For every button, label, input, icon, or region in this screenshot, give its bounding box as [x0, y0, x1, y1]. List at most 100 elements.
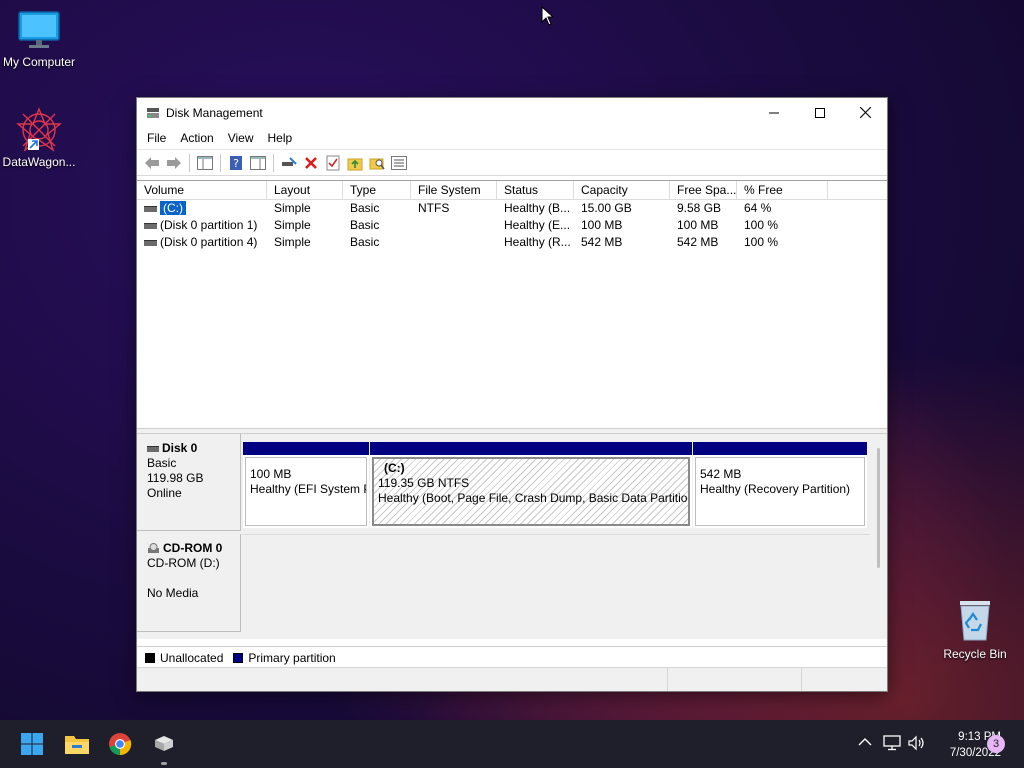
partition-title: (C:)	[384, 461, 405, 475]
window-title: Disk Management	[166, 105, 263, 120]
desktop-icon-datawagon[interactable]: DataWagon...	[0, 106, 79, 169]
partition-info: (C:) 119.35 GB NTFS Healthy (Boot, Page …	[372, 457, 690, 526]
disk-type: CD-ROM (D:)	[147, 556, 220, 570]
connect-virtual-disk-button[interactable]	[278, 152, 300, 174]
menu-bar: File Action View Help	[137, 127, 887, 149]
desktop-icon-my-computer[interactable]: My Computer	[0, 10, 79, 69]
disk0-label[interactable]: Disk 0 Basic 119.98 GB Online	[137, 434, 241, 531]
partition-size: 100 MB	[250, 467, 292, 481]
system-tray: 9:13 PM 7/30/2022 3	[824, 720, 1024, 768]
cdrom0-media-area[interactable]	[242, 534, 870, 631]
partition-c[interactable]: (C:) 119.35 GB NTFS Healthy (Boot, Page …	[370, 442, 692, 528]
desktop-icon-label: DataWagon...	[2, 155, 76, 169]
legend-label: Primary partition	[248, 650, 336, 665]
type-cell: Basic	[350, 201, 380, 215]
volume-name: (Disk 0 partition 4)	[160, 235, 258, 249]
taskbar-chrome[interactable]	[104, 728, 136, 760]
toolbar: ?	[137, 149, 887, 176]
disk-management-taskbar-icon	[155, 736, 173, 751]
network-button[interactable]	[883, 735, 901, 754]
start-button[interactable]	[16, 728, 48, 760]
layout-cell: Simple	[274, 235, 311, 249]
volume-name: (C:)	[159, 200, 187, 216]
show-hidden-icons-button[interactable]	[858, 736, 872, 750]
column-free-space[interactable]: Free Spa...	[670, 181, 737, 199]
maximize-button[interactable]	[797, 98, 843, 127]
explore-button[interactable]	[366, 152, 388, 174]
network-icon	[883, 735, 901, 751]
partition-efi[interactable]: 100 MB Healthy (EFI System Partition)	[243, 442, 369, 528]
properties-button[interactable]	[322, 152, 344, 174]
desktop-icon-label: Recycle Bin	[943, 647, 1007, 661]
partition-size: 119.35 GB NTFS	[378, 476, 470, 490]
toolbar-separator	[189, 153, 190, 172]
capacity-cell: 100 MB	[581, 218, 623, 232]
column-type[interactable]: Type	[343, 181, 411, 199]
disk-management-app-icon	[147, 107, 159, 118]
menu-help[interactable]: Help	[262, 129, 299, 147]
open-button[interactable]	[344, 152, 366, 174]
monitor-icon	[18, 11, 60, 48]
column-capacity[interactable]: Capacity	[574, 181, 670, 199]
partition-recovery[interactable]: 542 MB Healthy (Recovery Partition)	[693, 442, 867, 528]
notification-badge[interactable]: 3	[987, 735, 1005, 753]
partition-type-bar	[693, 442, 867, 455]
disk-size	[147, 571, 240, 586]
legend-swatch-primary	[233, 652, 244, 663]
volume-row-disk0-partition4[interactable]: (Disk 0 partition 4) Simple Basic Health…	[137, 234, 887, 251]
column-volume[interactable]: Volume	[137, 181, 267, 199]
show-hide-action-pane-button[interactable]	[247, 152, 269, 174]
help-button[interactable]: ?	[225, 152, 247, 174]
volume-row-disk0-partition1[interactable]: (Disk 0 partition 1) Simple Basic Health…	[137, 217, 887, 234]
disk-type: Basic	[147, 456, 177, 470]
status-cell: Healthy (B...	[504, 201, 571, 215]
menu-view[interactable]: View	[222, 129, 260, 147]
disk-name: Disk 0	[162, 441, 198, 455]
partition-status: Healthy (Recovery Partition)	[700, 482, 851, 496]
partition-status: Healthy (Boot, Page File, Crash Dump, Ba…	[378, 491, 690, 505]
percent-free-cell: 100 %	[744, 218, 779, 232]
show-hide-console-tree-button[interactable]	[194, 152, 216, 174]
disk-state: No Media	[147, 586, 199, 600]
cd-drive-icon	[148, 542, 159, 553]
volume-row-c[interactable]: (C:) Simple Basic NTFS Healthy (B... 15.…	[137, 200, 887, 217]
delete-button[interactable]	[300, 152, 322, 174]
volume-name-cell: (Disk 0 partition 1)	[137, 217, 267, 234]
view-list-button[interactable]	[388, 152, 410, 174]
menu-action[interactable]: Action	[174, 129, 219, 147]
taskbar-file-explorer[interactable]	[61, 728, 93, 760]
partition-size: 542 MB	[700, 467, 742, 481]
help-book-icon: ?	[230, 155, 242, 170]
back-button[interactable]	[141, 152, 163, 174]
menu-file[interactable]: File	[141, 129, 172, 147]
column-file-system[interactable]: File System	[411, 181, 497, 199]
close-icon	[859, 107, 871, 118]
title-bar[interactable]: Disk Management	[137, 98, 887, 127]
minimize-button[interactable]	[751, 98, 797, 127]
chevron-up-icon	[858, 738, 872, 746]
toolbar-separator	[220, 153, 221, 172]
free-space-cell: 9.58 GB	[677, 201, 722, 215]
console-tree-icon	[197, 155, 213, 170]
column-status[interactable]: Status	[497, 181, 574, 199]
column-layout[interactable]: Layout	[267, 181, 343, 199]
disk-map-scrollbar[interactable]	[877, 448, 880, 568]
status-cell: Healthy (E...	[504, 218, 571, 232]
partition-type-bar	[243, 442, 369, 455]
cdrom0-label[interactable]: CD-ROM 0 CD-ROM (D:) No Media	[137, 534, 241, 632]
folder-icon	[65, 736, 89, 754]
forward-button[interactable]	[163, 152, 185, 174]
taskbar-disk-management[interactable]	[148, 728, 180, 765]
volume-list-header: Volume Layout Type File System Status Ca…	[137, 181, 887, 200]
layout-cell: Simple	[274, 201, 311, 215]
legend-bar: Unallocated Primary partition	[137, 646, 887, 668]
desktop-icon-recycle-bin[interactable]: Recycle Bin	[935, 598, 1015, 661]
type-cell: Basic	[350, 235, 380, 249]
close-button[interactable]	[842, 98, 888, 127]
chrome-icon	[109, 733, 132, 756]
partition-type-bar	[370, 442, 692, 455]
status-bar-section	[667, 668, 668, 691]
back-arrow-icon	[145, 156, 159, 169]
volume-button[interactable]	[908, 735, 926, 754]
column-percent-free[interactable]: % Free	[737, 181, 828, 199]
